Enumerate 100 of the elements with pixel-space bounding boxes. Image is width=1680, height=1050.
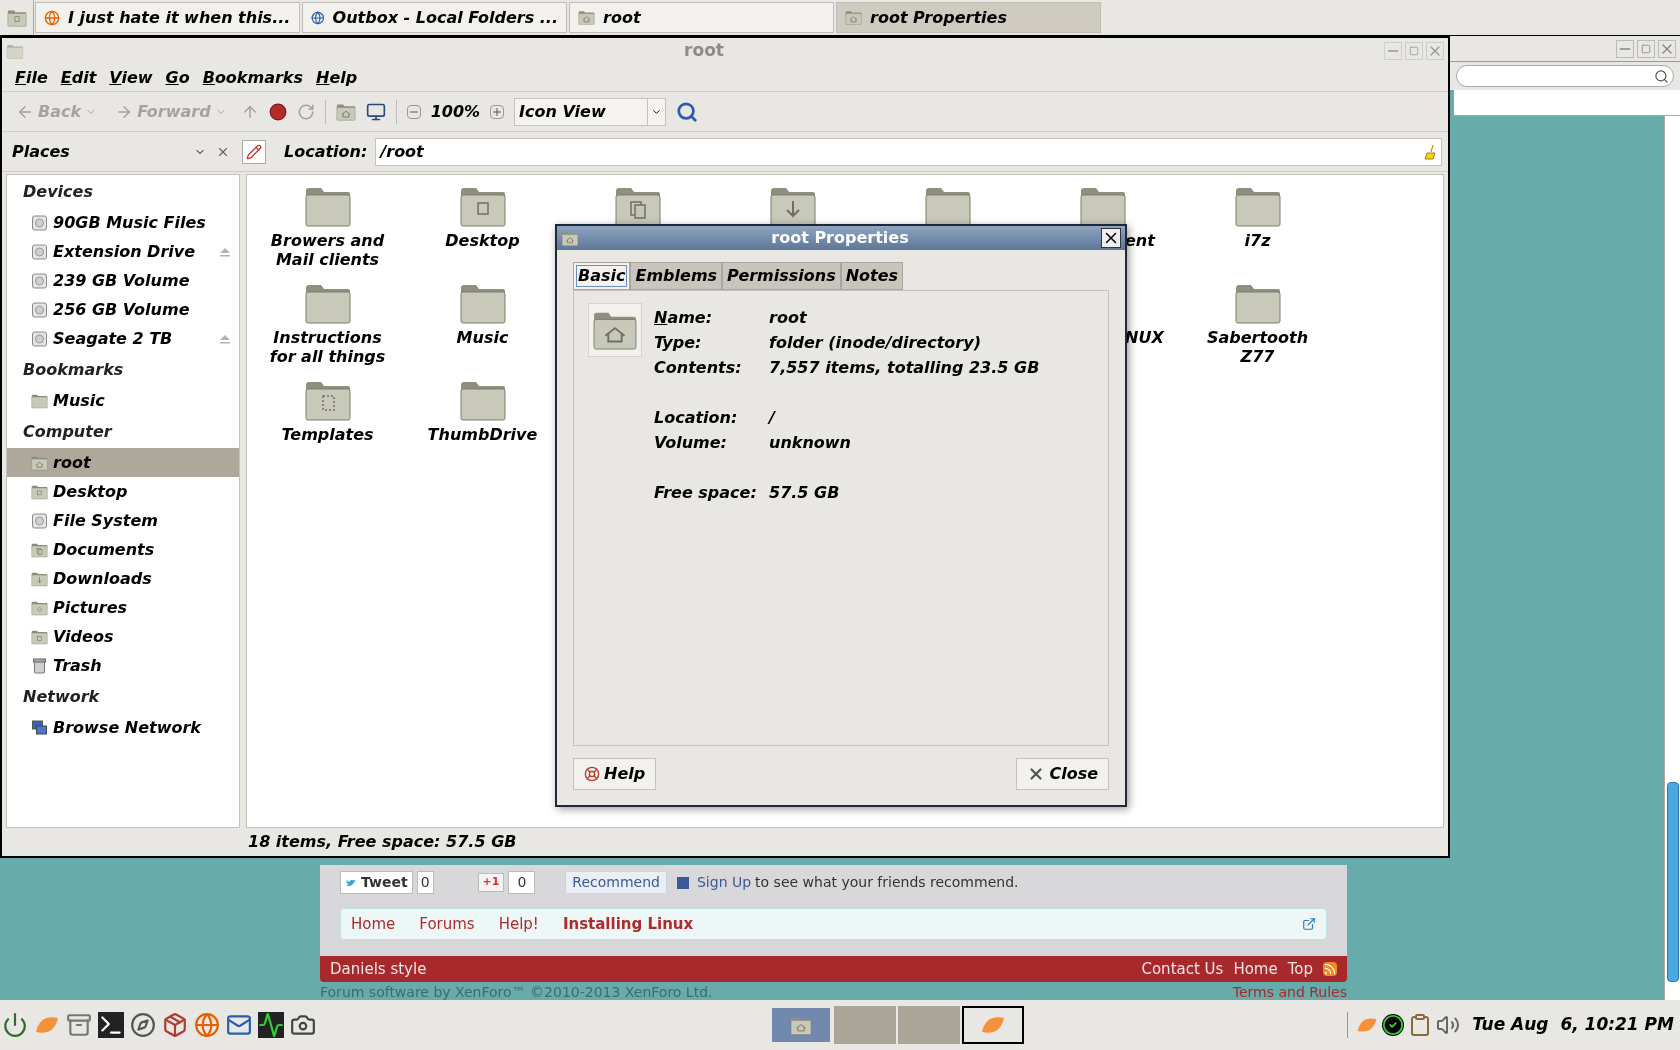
package-icon[interactable] <box>162 1012 188 1038</box>
place-item[interactable]: Downloads <box>7 564 239 593</box>
plus-one-button[interactable]: +1 <box>477 873 505 892</box>
dialog-tab[interactable]: Emblems <box>630 262 723 290</box>
dialog-button[interactable]: Help <box>573 758 657 790</box>
place-item[interactable]: 256 GB Volume <box>7 295 239 324</box>
eject-icon[interactable] <box>219 333 231 344</box>
section-heading: Devices <box>22 180 94 203</box>
minimize-icon[interactable] <box>1616 39 1634 58</box>
camera-icon[interactable] <box>290 1012 316 1038</box>
menu-item[interactable]: View <box>109 65 153 90</box>
folder-icon <box>31 483 48 500</box>
task-button[interactable]: Outbox - Local Folders ... <box>302 2 567 33</box>
place-item[interactable]: Desktop <box>7 477 239 506</box>
edit-icon[interactable] <box>242 139 266 164</box>
mail-icon[interactable] <box>226 1012 252 1038</box>
globe-icon <box>311 9 325 26</box>
location-field[interactable]: /root <box>375 137 1442 166</box>
breadcrumb-link[interactable]: Home <box>351 912 396 936</box>
field-value: root <box>769 306 807 329</box>
view-dropdown[interactable]: Icon View <box>514 97 667 126</box>
place-item[interactable]: Videos <box>7 622 239 651</box>
folder-icon <box>1233 282 1282 324</box>
footer-link[interactable]: Contact Us <box>1141 957 1224 981</box>
file-label[interactable]: Templates <box>262 425 393 444</box>
terminal-icon[interactable] <box>98 1012 124 1038</box>
sign-up-link[interactable]: Sign Up <box>697 872 752 893</box>
search-field[interactable] <box>1456 65 1674 87</box>
place-item[interactable]: Pictures <box>7 593 239 622</box>
window-title: root Properties <box>770 227 910 249</box>
place-item[interactable]: 90GB Music Files <box>7 208 239 237</box>
place-item[interactable]: root <box>7 448 239 477</box>
task-button[interactable]: root <box>569 2 834 33</box>
activity-monitor-icon[interactable] <box>258 1012 284 1038</box>
breadcrumb-link[interactable]: Forums <box>419 912 475 936</box>
file-label[interactable]: Music <box>417 328 548 347</box>
facebook-icon <box>677 876 689 889</box>
close-icon[interactable] <box>1101 228 1121 248</box>
file-label[interactable]: Desktop <box>417 231 548 250</box>
breadcrumb-link[interactable]: Installing Linux <box>562 912 694 936</box>
menu-item[interactable]: Help <box>316 65 358 90</box>
power-icon[interactable] <box>2 1012 28 1038</box>
dialog-tab[interactable]: Permissions <box>722 262 841 290</box>
place-item[interactable]: 239 GB Volume <box>7 266 239 295</box>
globe-icon[interactable] <box>194 1012 220 1038</box>
place-item[interactable]: Music <box>7 386 239 415</box>
eject-icon[interactable] <box>219 246 231 257</box>
computer-icon[interactable] <box>365 101 386 122</box>
cabinet-icon[interactable] <box>66 1012 92 1038</box>
search-icon[interactable] <box>676 100 699 123</box>
place-item[interactable]: Browse Network <box>7 713 239 742</box>
file-label[interactable]: Instructions for all things <box>262 328 393 366</box>
window-button[interactable] <box>961 1006 1024 1044</box>
style-chooser-link[interactable]: Daniels style <box>330 957 427 981</box>
breadcrumb-link[interactable]: Help! <box>498 912 539 936</box>
folder-icon <box>31 541 48 558</box>
scrollbar-thumb[interactable] <box>1666 782 1679 982</box>
menu-item[interactable]: Bookmarks <box>202 65 304 90</box>
external-link-icon[interactable] <box>1302 917 1316 931</box>
compass-icon[interactable] <box>130 1012 156 1038</box>
folder-icon <box>458 379 507 421</box>
search-icon <box>1654 68 1669 84</box>
window-icon <box>6 43 24 59</box>
stop-icon[interactable] <box>268 102 287 121</box>
recommend-button[interactable]: Recommend <box>565 871 667 894</box>
zoom-in-icon[interactable] <box>490 104 505 119</box>
menu-item[interactable]: File <box>15 65 48 90</box>
file-label[interactable]: i7z <box>1192 231 1323 250</box>
place-item[interactable]: Trash <box>7 651 239 680</box>
menu-item[interactable]: Edit <box>60 65 97 90</box>
place-item[interactable]: File System <box>7 506 239 535</box>
footer-link[interactable]: Top <box>1287 957 1313 981</box>
zoom-out-icon[interactable] <box>406 104 421 119</box>
places-dropdown[interactable]: Places <box>12 139 216 164</box>
file-label[interactable]: ThumbDrive <box>417 425 548 444</box>
tweet-button[interactable]: Tweet <box>340 871 413 894</box>
folder-icon <box>31 599 48 616</box>
file-label[interactable]: Browers and Mail clients <box>262 231 393 269</box>
task-button[interactable]: I just hate it when this... <box>35 2 300 33</box>
home-folder-icon <box>335 102 356 121</box>
place-item[interactable]: Seagate 2 TB <box>7 324 239 353</box>
volume-icon[interactable] <box>1436 1013 1461 1037</box>
broom-icon[interactable] <box>1423 143 1437 160</box>
footer-link[interactable]: Home <box>1233 957 1278 981</box>
count-badge: 0 <box>508 871 536 894</box>
place-item[interactable]: Extension Drive <box>7 237 239 266</box>
place-item[interactable]: Documents <box>7 535 239 564</box>
menu-item[interactable]: Go <box>165 65 190 90</box>
task-button[interactable]: root Properties <box>836 2 1101 33</box>
dialog-button[interactable]: Close <box>1016 758 1109 790</box>
folder-icon <box>31 570 48 587</box>
dialog-tab[interactable]: Basic <box>573 262 631 290</box>
check-icon[interactable] <box>1382 1014 1405 1036</box>
rss-icon[interactable] <box>1323 962 1337 976</box>
dialog-tab[interactable]: Notes <box>840 262 904 290</box>
scrollbar[interactable] <box>1664 116 1680 1000</box>
folder-icon <box>31 454 48 471</box>
clock[interactable]: Tue Aug 6, 10:21 PM <box>1472 1012 1674 1038</box>
file-label[interactable]: Sabertooth Z77 <box>1192 328 1323 366</box>
folder-icon <box>845 10 862 25</box>
